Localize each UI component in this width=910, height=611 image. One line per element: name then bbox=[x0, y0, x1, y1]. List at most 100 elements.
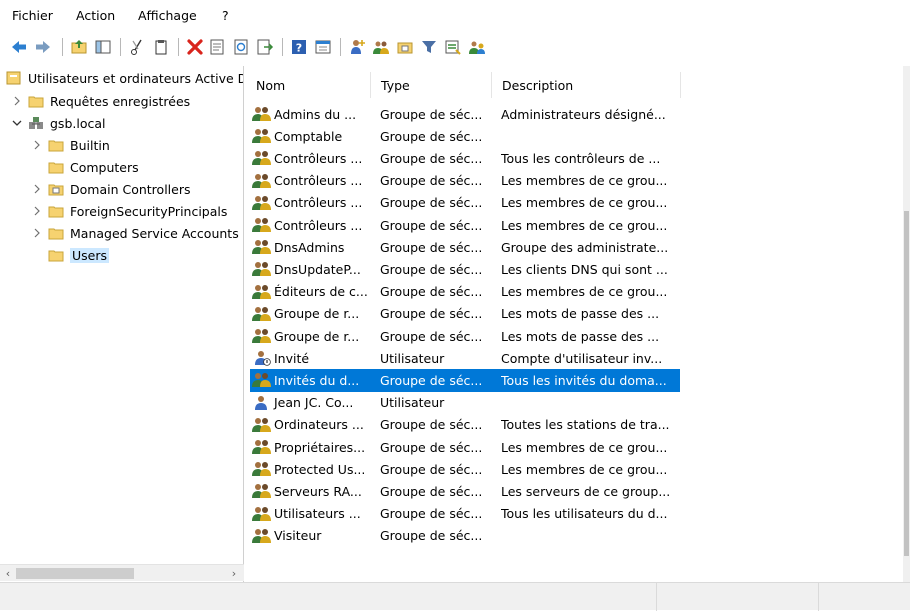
menu-action[interactable]: Action bbox=[76, 8, 115, 23]
row-description: Les membres de ce grou... bbox=[501, 439, 668, 455]
table-row[interactable]: Groupe de r... Groupe de séc... Les mots d… bbox=[250, 303, 680, 325]
table-row[interactable]: Invités du d... Groupe de séc... Tous les … bbox=[250, 369, 680, 392]
table-row[interactable]: Serveurs RA... Groupe de séc... Les serveu… bbox=[250, 480, 680, 502]
add-to-group-icon[interactable] bbox=[444, 38, 462, 56]
group-icon bbox=[252, 506, 274, 522]
column-header-type[interactable]: Type bbox=[371, 72, 492, 98]
new-user-icon[interactable] bbox=[348, 38, 366, 56]
chevron-down-icon[interactable] bbox=[10, 116, 24, 130]
row-description: Les membres de ce grou... bbox=[501, 284, 668, 300]
export-list-icon[interactable] bbox=[256, 38, 274, 56]
new-ou-icon[interactable] bbox=[396, 38, 414, 56]
table-row[interactable]: Propriétaires... Groupe de séc... Les memb… bbox=[250, 436, 680, 458]
group-icon bbox=[252, 217, 274, 233]
tree-item-managed-service[interactable]: Managed Service Accounts bbox=[30, 222, 239, 244]
row-name: Contrôleurs ... bbox=[274, 150, 363, 166]
cut-icon[interactable] bbox=[128, 38, 146, 56]
menu-affichage[interactable]: Affichage bbox=[138, 8, 197, 23]
user-icon bbox=[252, 395, 274, 411]
filter-icon[interactable] bbox=[420, 38, 438, 56]
table-row[interactable]: Visiteur Groupe de séc... bbox=[250, 525, 680, 547]
row-name: Ordinateurs ... bbox=[274, 417, 364, 433]
row-type: Utilisateur bbox=[380, 350, 445, 366]
table-row[interactable]: Protected Us... Groupe de séc... Les membr… bbox=[250, 458, 680, 480]
row-name: Contrôleurs ... bbox=[274, 173, 363, 189]
list-pane[interactable]: Nom Type Description Admins du ... Groupe… bbox=[246, 66, 903, 582]
forward-arrow-icon[interactable] bbox=[34, 38, 52, 56]
row-description: Toutes les stations de tra... bbox=[501, 417, 670, 433]
table-row[interactable]: Contrôleurs ... Groupe de séc... Les membr… bbox=[250, 170, 680, 192]
new-group-icon[interactable] bbox=[372, 38, 390, 56]
row-type: Groupe de séc... bbox=[380, 461, 483, 477]
scroll-left-icon[interactable]: ‹ bbox=[0, 566, 16, 581]
help-icon[interactable]: ? bbox=[290, 38, 308, 56]
chevron-right-icon[interactable] bbox=[10, 94, 24, 108]
row-description: Groupe des administrate... bbox=[501, 239, 669, 255]
table-row[interactable]: Comptable Groupe de séc... bbox=[250, 125, 680, 147]
table-row[interactable]: Ordinateurs ... Groupe de séc... Toutes le… bbox=[250, 414, 680, 436]
console-view-icon[interactable] bbox=[314, 38, 332, 56]
list-vertical-scrollbar[interactable] bbox=[903, 66, 910, 582]
row-description: Tous les utilisateurs du d... bbox=[501, 506, 668, 522]
row-name: Protected Us... bbox=[274, 461, 366, 477]
table-row[interactable]: Groupe de r... Groupe de séc... Les mots d… bbox=[250, 325, 680, 347]
table-row[interactable]: Admins du ... Groupe de séc... Administrat… bbox=[250, 103, 680, 125]
chevron-right-icon[interactable] bbox=[30, 226, 44, 240]
column-header-description[interactable]: Description bbox=[492, 72, 681, 98]
folder-icon bbox=[48, 140, 64, 152]
status-bar bbox=[0, 582, 910, 611]
column-header-name[interactable]: Nom bbox=[246, 72, 371, 98]
row-type: Utilisateur bbox=[380, 395, 445, 411]
chevron-right-icon[interactable] bbox=[30, 138, 44, 152]
table-row[interactable]: Contrôleurs ... Groupe de séc... Tous les … bbox=[250, 147, 680, 169]
chevron-right-icon[interactable] bbox=[30, 182, 44, 196]
show-tree-icon[interactable] bbox=[94, 38, 112, 56]
group-icon bbox=[252, 128, 274, 144]
tree-item-builtin[interactable]: Builtin bbox=[30, 134, 110, 156]
tree-item-domain-controllers[interactable]: Domain Controllers bbox=[30, 178, 190, 200]
group-icon bbox=[252, 306, 274, 322]
up-folder-icon[interactable] bbox=[70, 38, 88, 56]
tree-item-computers[interactable]: Computers bbox=[30, 156, 139, 178]
back-arrow-icon[interactable] bbox=[10, 38, 28, 56]
table-row[interactable]: Contrôleurs ... Groupe de séc... Les membr… bbox=[250, 192, 680, 214]
menu-fichier[interactable]: Fichier bbox=[12, 8, 53, 23]
scroll-thumb[interactable] bbox=[16, 568, 134, 579]
chevron-right-icon[interactable] bbox=[30, 204, 44, 218]
row-type: Groupe de séc... bbox=[380, 439, 483, 455]
refresh-page-icon[interactable] bbox=[232, 38, 250, 56]
tree-item-users[interactable]: Users bbox=[30, 244, 110, 266]
table-row[interactable]: DnsUpdateP... Groupe de séc... Les clients… bbox=[250, 258, 680, 280]
tree-item-domain[interactable]: gsb.local bbox=[10, 112, 105, 134]
group-icon bbox=[252, 284, 274, 300]
row-description: Tous les contrôleurs de ... bbox=[501, 150, 661, 166]
group-icon bbox=[252, 239, 274, 255]
row-name: Contrôleurs ... bbox=[274, 217, 363, 233]
table-row[interactable]: Éditeurs de c... Groupe de séc... Les memb… bbox=[250, 281, 680, 303]
table-row[interactable]: Contrôleurs ... Groupe de séc... Les membr… bbox=[250, 214, 680, 236]
table-row[interactable]: Invité Utilisateur Compte d'utilisateur in… bbox=[250, 347, 680, 369]
tree-horizontal-scrollbar[interactable]: ‹ › bbox=[0, 564, 244, 581]
table-row[interactable]: DnsAdmins Groupe de séc... Groupe des admi… bbox=[250, 236, 680, 258]
properties-page-icon[interactable] bbox=[208, 38, 226, 56]
menu-help[interactable]: ? bbox=[222, 8, 229, 23]
copy-icon[interactable] bbox=[152, 38, 170, 56]
delete-icon[interactable] bbox=[186, 38, 204, 56]
list-header: Nom Type Description bbox=[246, 72, 681, 98]
row-description: Les membres de ce grou... bbox=[501, 217, 668, 233]
table-row[interactable]: Utilisateurs ... Groupe de séc... Tous les… bbox=[250, 503, 680, 525]
row-name: Jean JC. Co... bbox=[274, 395, 354, 411]
menu-bar: Fichier Action Affichage ? bbox=[0, 0, 910, 30]
delegate-control-icon[interactable] bbox=[468, 38, 486, 56]
scroll-right-icon[interactable]: › bbox=[226, 566, 242, 581]
tree-item-requetes[interactable]: Requêtes enregistrées bbox=[10, 90, 190, 112]
row-name: Propriétaires... bbox=[274, 439, 366, 455]
row-type: Groupe de séc... bbox=[380, 328, 483, 344]
tree-pane[interactable]: Utilisateurs et ordinateurs Active Direc… bbox=[0, 66, 244, 582]
tree-item-foreign-security[interactable]: ForeignSecurityPrincipals bbox=[30, 200, 227, 222]
tree-root[interactable]: Utilisateurs et ordinateurs Active Direc… bbox=[6, 67, 243, 89]
row-type: Groupe de séc... bbox=[380, 239, 483, 255]
scroll-thumb[interactable] bbox=[904, 211, 909, 556]
table-row[interactable]: Jean JC. Co... Utilisateur bbox=[250, 392, 680, 414]
ad-console-icon bbox=[6, 71, 21, 85]
